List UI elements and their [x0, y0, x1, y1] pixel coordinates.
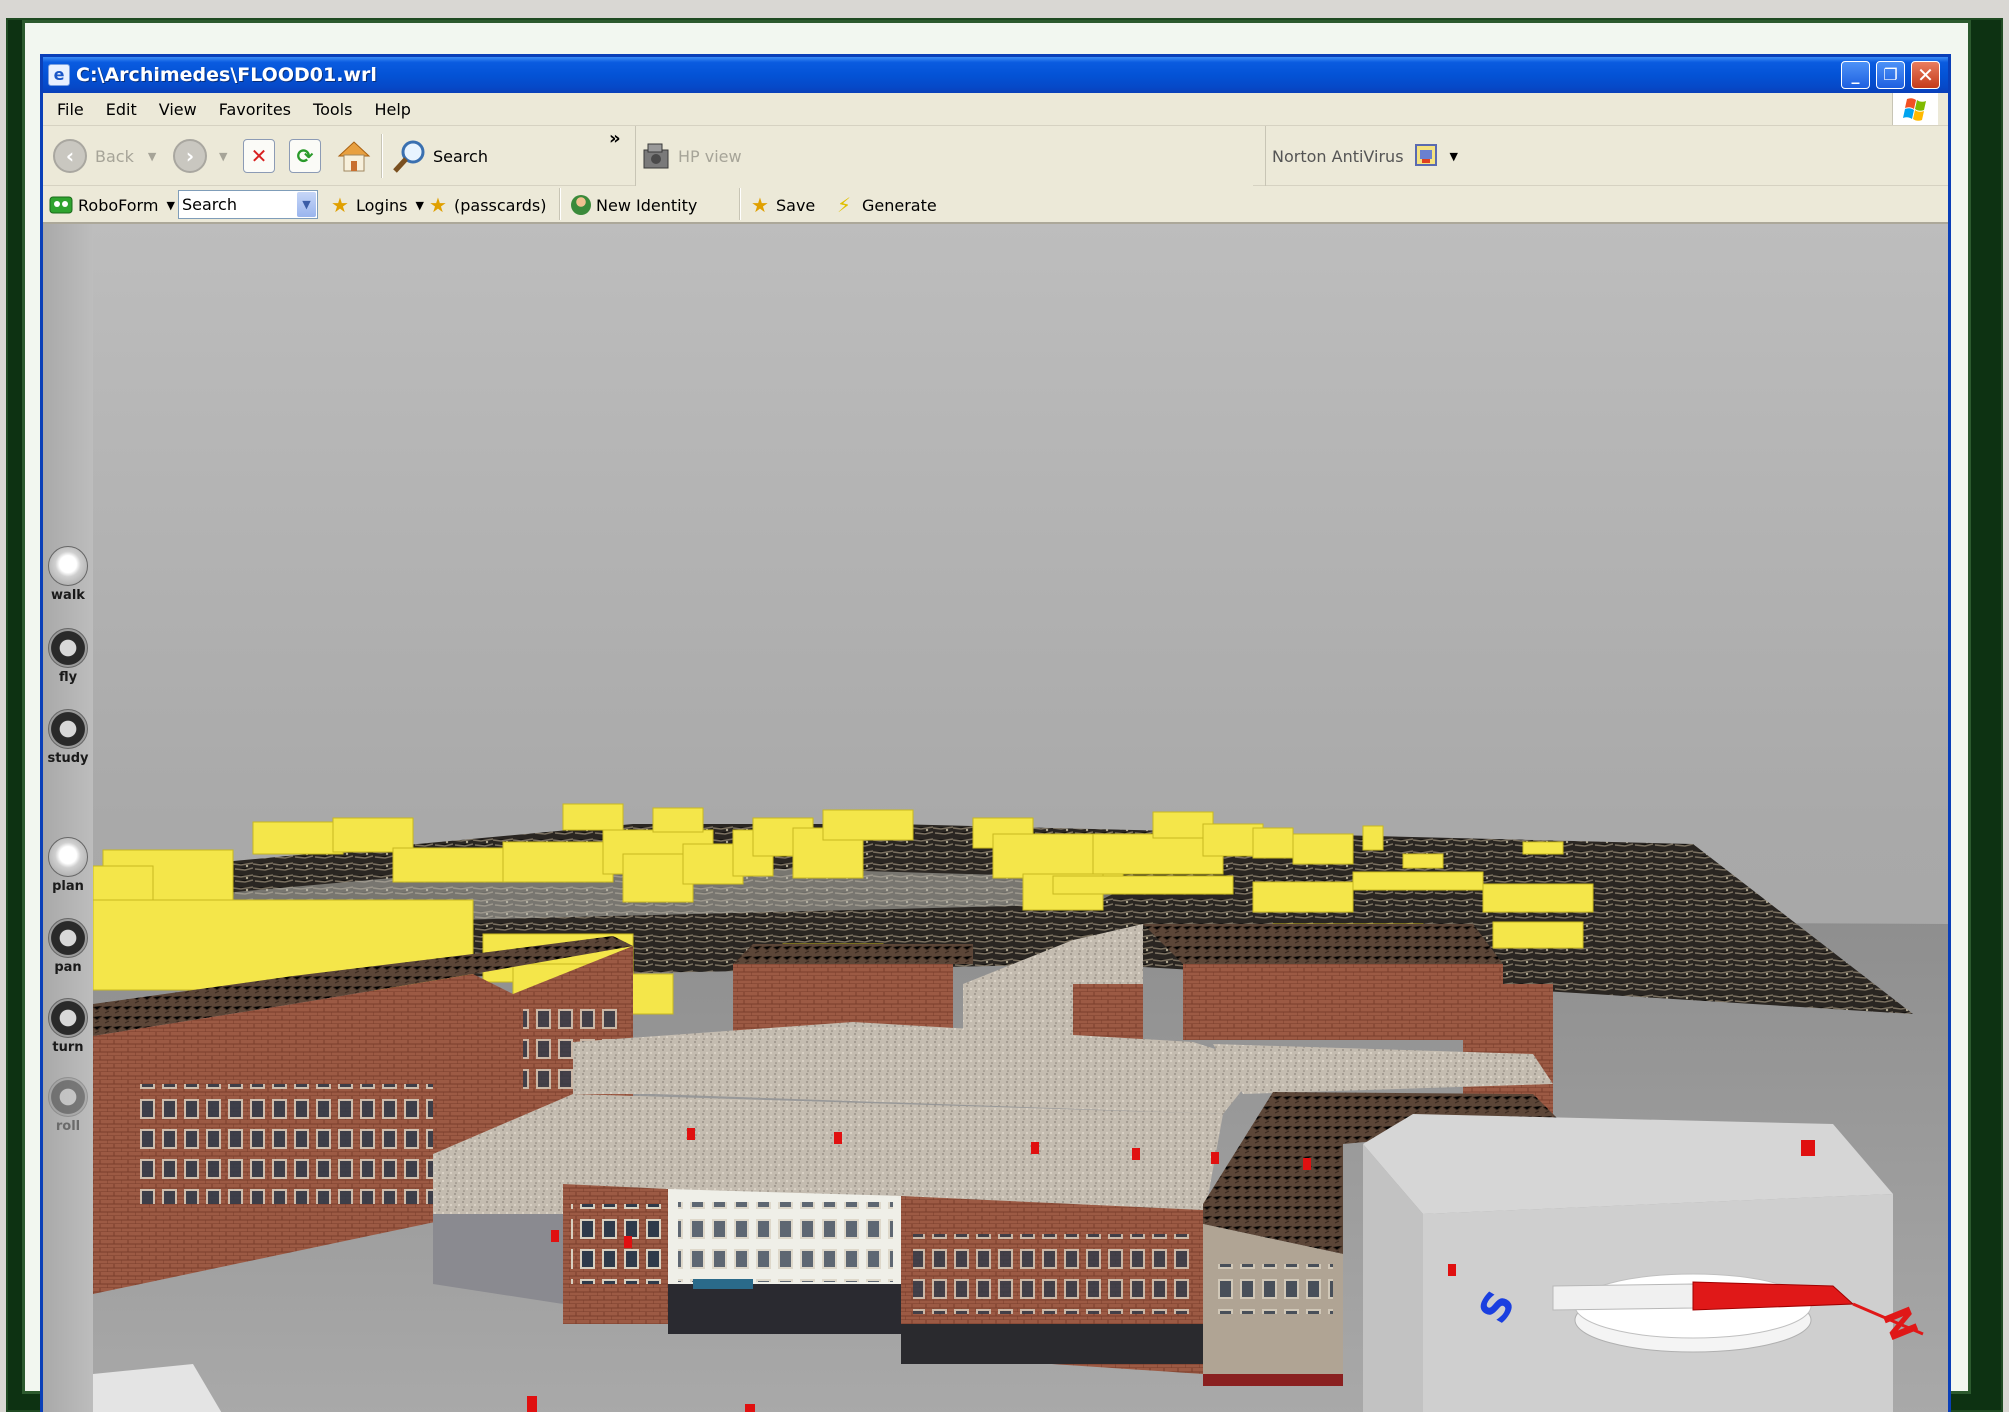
home-button[interactable]: [335, 136, 373, 176]
roboform-logo-icon: [49, 196, 73, 214]
close-button[interactable]: ✕: [1911, 61, 1940, 89]
hp-view-label: HP view: [678, 146, 742, 166]
hp-view-button[interactable]: HP view: [642, 136, 742, 176]
pan-mode-icon: [48, 918, 88, 958]
forward-dropdown-icon[interactable]: ▼: [219, 150, 227, 163]
roboform-menu-button[interactable]: RoboForm ▼: [49, 193, 175, 217]
fly-mode-icon: [48, 628, 88, 668]
hp-view-toolbar: HP view: [635, 126, 1253, 186]
study-mode-icon: [48, 709, 88, 749]
navigation-sidebar: walk fly study plan pan turn roll: [43, 224, 93, 1412]
save-label: Save: [776, 195, 816, 215]
turn-mode-icon: [48, 998, 88, 1038]
menu-edit[interactable]: Edit: [95, 100, 148, 119]
nav-pan-button[interactable]: pan: [43, 918, 93, 975]
norton-shield-icon: [1414, 144, 1437, 166]
forward-arrow-icon: ›: [173, 139, 207, 173]
generate-bolt-icon: ⚡: [837, 193, 852, 217]
ie-page-icon: e: [48, 64, 70, 86]
norton-antivirus-button[interactable]: Norton AntiVirus ▼: [1272, 136, 1458, 176]
back-label: Back: [95, 146, 134, 166]
norton-label: Norton AntiVirus: [1272, 146, 1404, 166]
walk-mode-icon: [48, 546, 88, 586]
menu-file[interactable]: File: [46, 100, 95, 119]
camera-icon: [643, 143, 669, 169]
nav-roll-button[interactable]: roll: [43, 1077, 93, 1134]
back-button[interactable]: ‹ Back ▼: [53, 136, 156, 176]
plan-mode-icon: [48, 837, 88, 877]
windows-logo-icon: [1892, 93, 1938, 125]
fly-label: fly: [58, 670, 78, 685]
logins-dropdown-icon: ▼: [415, 198, 424, 212]
toolbar-overflow-chevron[interactable]: »: [609, 128, 621, 149]
passcards-star-icon: ★: [429, 193, 447, 217]
nav-plan-button[interactable]: plan: [43, 837, 93, 894]
vrml-3d-viewport[interactable]: S N walk fly study plan: [43, 224, 1948, 1412]
chevron-down-icon[interactable]: ▼: [297, 192, 316, 217]
nav-fly-button[interactable]: fly: [43, 628, 93, 685]
norton-toolbar: Norton AntiVirus ▼: [1265, 126, 1948, 186]
new-identity-label: New Identity: [596, 195, 698, 215]
search-button[interactable]: Search: [391, 136, 488, 176]
browser-window: e C:\Archimedes\FLOOD01.wrl _ ❐ ✕ File E…: [40, 54, 1951, 1412]
menu-bar: File Edit View Favorites Tools Help: [43, 93, 1948, 126]
roboform-search-combobox[interactable]: Search ▼: [178, 190, 318, 219]
back-dropdown-icon[interactable]: ▼: [148, 150, 156, 163]
refresh-icon: ⟳: [289, 139, 321, 173]
search-icon: [393, 140, 425, 173]
refresh-button[interactable]: ⟳: [289, 136, 321, 176]
menu-favorites[interactable]: Favorites: [208, 100, 302, 119]
forward-button[interactable]: › ▼: [173, 136, 227, 176]
nav-study-button[interactable]: study: [43, 709, 93, 766]
generate-label: Generate: [862, 195, 937, 215]
passcards-button[interactable]: ★ (passcards): [429, 193, 547, 217]
back-arrow-icon: ‹: [53, 139, 87, 173]
roll-label: roll: [55, 1119, 81, 1134]
search-label: Search: [433, 146, 488, 166]
generate-button[interactable]: ⚡ Generate: [837, 193, 937, 217]
city-flood-scene[interactable]: S N: [93, 224, 1948, 1412]
plan-label: plan: [52, 879, 84, 894]
roboform-search-value: Search: [182, 195, 237, 214]
home-icon: [337, 141, 371, 172]
window-title: C:\Archimedes\FLOOD01.wrl: [76, 64, 377, 86]
roboform-dropdown-icon: ▼: [166, 198, 175, 212]
norton-dropdown-icon[interactable]: ▼: [1450, 150, 1458, 163]
roboform-label: RoboForm: [78, 195, 159, 215]
save-star-icon: ★: [751, 193, 769, 217]
walk-label: walk: [51, 588, 85, 603]
restore-button[interactable]: ❐: [1876, 61, 1905, 89]
standard-toolbar: ‹ Back ▼ › ▼ ✕ ⟳ Search » HP view Norton…: [43, 126, 1948, 186]
nav-walk-button[interactable]: walk: [43, 546, 93, 603]
study-label: study: [47, 751, 89, 766]
identity-person-icon: [571, 195, 591, 215]
stop-button[interactable]: ✕: [243, 136, 275, 176]
nav-turn-button[interactable]: turn: [43, 998, 93, 1055]
logins-button[interactable]: ★ Logins ▼: [331, 193, 424, 217]
save-button[interactable]: ★ Save: [751, 193, 815, 217]
new-identity-button[interactable]: New Identity: [571, 193, 697, 217]
passcards-label: (passcards): [454, 195, 547, 215]
logins-label: Logins: [356, 195, 408, 215]
roboform-toolbar: RoboForm ▼ Search ▼ ★ Logins ▼ ★ (passca…: [43, 186, 1948, 224]
turn-label: turn: [52, 1040, 84, 1055]
pan-label: pan: [54, 960, 82, 975]
title-bar[interactable]: e C:\Archimedes\FLOOD01.wrl _ ❐ ✕: [43, 57, 1948, 93]
menu-tools[interactable]: Tools: [302, 100, 363, 119]
logins-star-icon: ★: [331, 193, 349, 217]
stop-icon: ✕: [243, 139, 275, 173]
menu-help[interactable]: Help: [363, 100, 421, 119]
roll-mode-icon: [48, 1077, 88, 1117]
minimize-button[interactable]: _: [1841, 61, 1870, 89]
menu-view[interactable]: View: [148, 100, 208, 119]
